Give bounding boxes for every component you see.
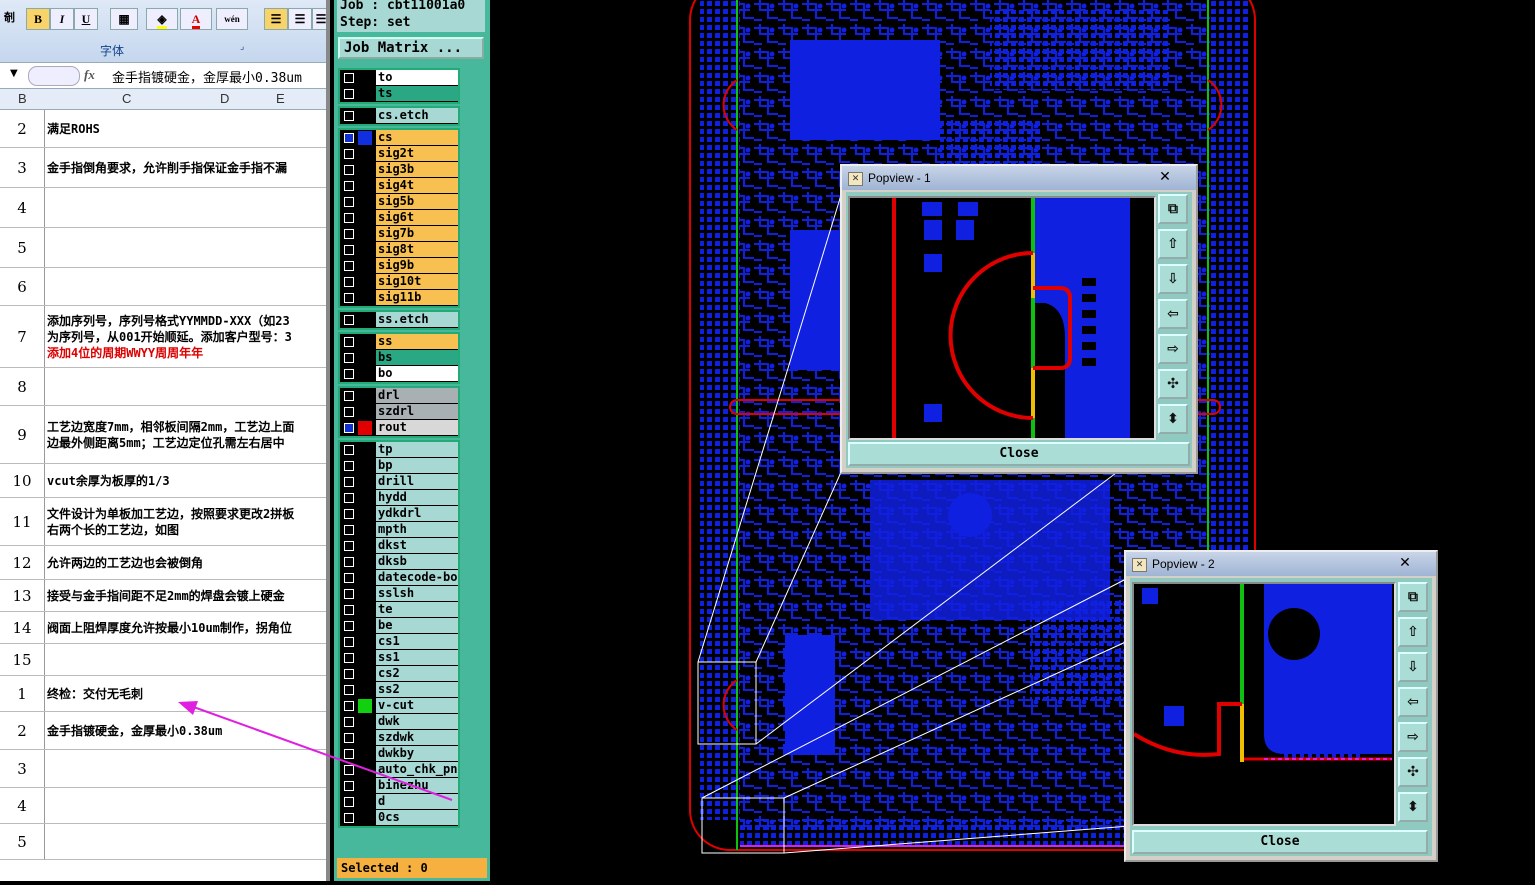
popview-2-titlebar[interactable]: ✕ Popview - 2 ✕: [1126, 552, 1436, 576]
pan-left-icon[interactable]: ⇦: [1398, 687, 1428, 717]
popview-2-toolbar: ⧉ ⇧ ⇩ ⇦ ⇨ ✣ ⬍: [1398, 582, 1432, 827]
fit-view-icon[interactable]: ⧉: [1158, 194, 1188, 224]
popview-1-toolbar: ⧉ ⇧ ⇩ ⇦ ⇨ ✣ ⬍: [1158, 194, 1192, 439]
popview-1-graphic: [892, 198, 1130, 438]
popview-2-close-x-button[interactable]: ✕: [1384, 554, 1426, 572]
fit-height-icon[interactable]: ⬍: [1398, 792, 1428, 822]
pan-left-icon[interactable]: ⇦: [1158, 299, 1188, 329]
popview-2-body: ⧉ ⇧ ⇩ ⇦ ⇨ ✣ ⬍ Close: [1130, 578, 1432, 856]
zoom-out-bottom-icon[interactable]: ⇩: [1398, 652, 1428, 682]
fit-all-icon[interactable]: ✣: [1398, 757, 1428, 787]
popview-1-close-button[interactable]: Close: [848, 442, 1190, 466]
popview-2-viewport[interactable]: [1132, 582, 1396, 826]
popview-1-window[interactable]: ✕ Popview - 1 ✕ ⧉ ⇧ ⇩ ⇦ ⇨ ✣ ⬍ Close: [840, 164, 1198, 474]
popview-2-title: Popview - 2: [1152, 557, 1215, 571]
popview-2-close-button[interactable]: Close: [1132, 830, 1428, 854]
popview-2-graphic: [1134, 584, 1392, 762]
popview-1-title: Popview - 1: [868, 171, 931, 185]
pan-right-icon[interactable]: ⇨: [1158, 334, 1188, 364]
fit-all-icon[interactable]: ✣: [1158, 369, 1188, 399]
popview-1-close-x-button[interactable]: ✕: [1144, 168, 1186, 186]
fit-view-icon[interactable]: ⧉: [1398, 582, 1428, 612]
popview-1-titlebar[interactable]: ✕ Popview - 1 ✕: [842, 166, 1196, 190]
popview-1-body: ⧉ ⇧ ⇩ ⇦ ⇨ ✣ ⬍ Close: [846, 192, 1192, 468]
zoom-in-top-icon[interactable]: ⇧: [1158, 229, 1188, 259]
pan-right-icon[interactable]: ⇨: [1398, 722, 1428, 752]
popview-app-icon: ✕: [848, 172, 863, 186]
popview-1-viewport[interactable]: [848, 196, 1156, 440]
popview-2-window[interactable]: ✕ Popview - 2 ✕ ⧉ ⇧ ⇩ ⇦ ⇨ ✣ ⬍ Close: [1124, 550, 1438, 862]
zoom-out-bottom-icon[interactable]: ⇩: [1158, 264, 1188, 294]
fit-height-icon[interactable]: ⬍: [1158, 404, 1188, 434]
popview-app-icon: ✕: [1132, 558, 1147, 572]
zoom-in-top-icon[interactable]: ⇧: [1398, 617, 1428, 647]
